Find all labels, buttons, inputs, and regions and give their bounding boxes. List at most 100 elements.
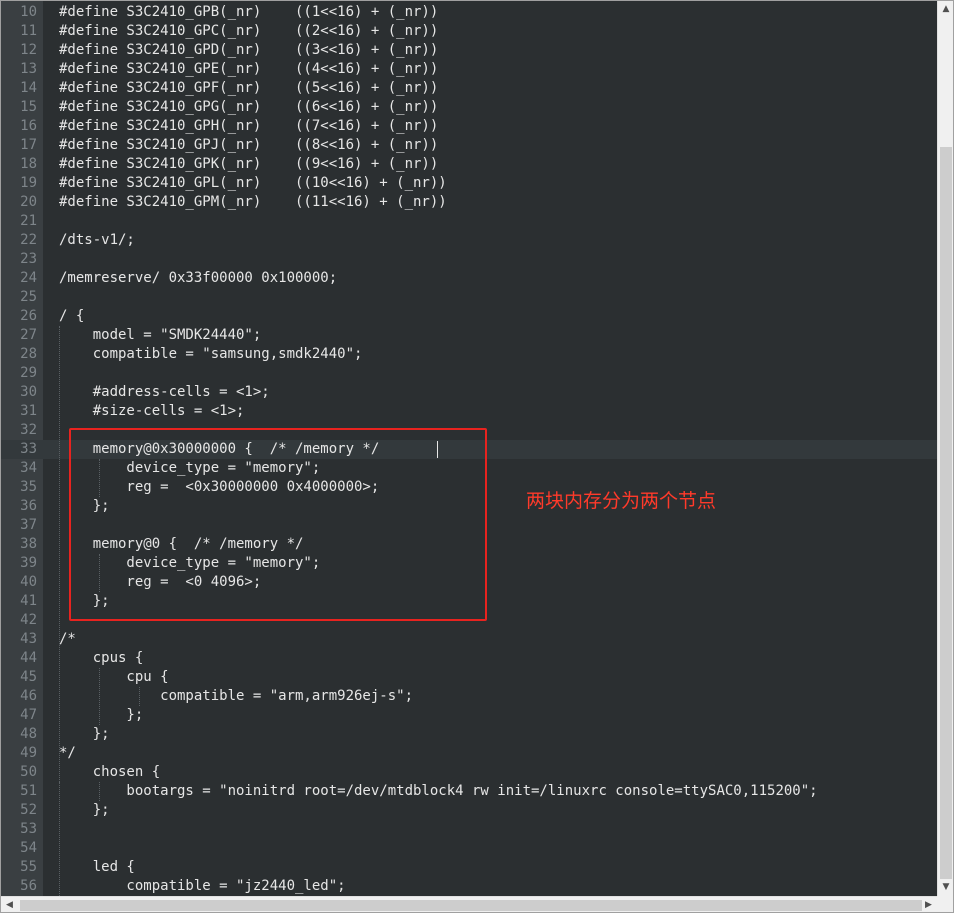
line-number: 43 <box>20 631 37 647</box>
code-line[interactable]: 29 <box>1 364 937 383</box>
code-line[interactable]: 18 #define S3C2410_GPK(_nr) ((9<<16) + (_… <box>1 155 937 174</box>
code-line[interactable]: 52 }; <box>1 801 937 820</box>
code-text: }; <box>59 726 110 742</box>
code-line[interactable]: 11 #define S3C2410_GPC(_nr) ((2<<16) + (_… <box>1 22 937 41</box>
line-number: 18 <box>20 156 37 172</box>
code-text: #define S3C2410_GPD(_nr) ((3<<16) + (_nr… <box>59 42 439 58</box>
code-line[interactable]: 50 chosen { <box>1 763 937 782</box>
indent-guide <box>139 687 140 706</box>
code-line[interactable]: 51 bootargs = "noinitrd root=/dev/mtdblo… <box>1 782 937 801</box>
line-number: 35 <box>20 479 37 495</box>
line-number: 41 <box>20 593 37 609</box>
code-line[interactable]: 17 #define S3C2410_GPJ(_nr) ((8<<16) + (_… <box>1 136 937 155</box>
indent-guide <box>59 326 60 782</box>
code-line[interactable]: 16 #define S3C2410_GPH(_nr) ((7<<16) + (_… <box>1 117 937 136</box>
code-line[interactable]: 14 #define S3C2410_GPF(_nr) ((5<<16) + (_… <box>1 79 937 98</box>
vertical-scrollbar[interactable]: ▲ ▼ <box>937 1 953 896</box>
code-line[interactable]: 12 #define S3C2410_GPD(_nr) ((3<<16) + (_… <box>1 41 937 60</box>
line-number: 15 <box>20 99 37 115</box>
code-text: cpus { <box>59 650 144 666</box>
code-line[interactable]: 23 <box>1 250 937 269</box>
code-line[interactable]: 46 compatible = "arm,arm926ej-s"; <box>1 687 937 706</box>
code-line[interactable]: 20 #define S3C2410_GPM(_nr) ((11<<16) + (… <box>1 193 937 212</box>
code-line[interactable]: 53 <box>1 820 937 839</box>
code-line[interactable]: 13 #define S3C2410_GPE(_nr) ((4<<16) + (_… <box>1 60 937 79</box>
line-number: 50 <box>20 764 37 780</box>
line-number: 39 <box>20 555 37 571</box>
code-text: #define S3C2410_GPE(_nr) ((4<<16) + (_nr… <box>59 61 439 77</box>
scroll-down-arrow-icon[interactable]: ▼ <box>938 879 953 896</box>
line-number: 26 <box>20 308 37 324</box>
line-number: 54 <box>20 840 37 856</box>
code-line[interactable]: 31 #size-cells = <1>; <box>1 402 937 421</box>
code-text: compatible = "samsung,smdk2440"; <box>59 346 363 362</box>
code-line[interactable]: 19 #define S3C2410_GPL(_nr) ((10<<16) + (… <box>1 174 937 193</box>
code-text: #define S3C2410_GPF(_nr) ((5<<16) + (_nr… <box>59 80 439 96</box>
code-text: #define S3C2410_GPL(_nr) ((10<<16) + (_n… <box>59 175 447 191</box>
code-line[interactable]: 24/memreserve/ 0x33f00000 0x100000; <box>1 269 937 288</box>
code-line[interactable]: 55 led { <box>1 858 937 877</box>
line-number: 48 <box>20 726 37 742</box>
code-text: /memreserve/ 0x33f00000 0x100000; <box>59 270 338 286</box>
line-number: 36 <box>20 498 37 514</box>
line-number: 25 <box>20 289 37 305</box>
line-number: 29 <box>20 365 37 381</box>
code-line[interactable]: 44 cpus { <box>1 649 937 668</box>
code-text: #define S3C2410_GPM(_nr) ((11<<16) + (_n… <box>59 194 447 210</box>
line-number: 44 <box>20 650 37 666</box>
line-number: 31 <box>20 403 37 419</box>
line-number: 40 <box>20 574 37 590</box>
horizontal-scroll-thumb[interactable] <box>20 900 922 911</box>
code-text: */ <box>59 745 76 761</box>
code-line[interactable]: 56 compatible = "jz2440_led"; <box>1 877 937 896</box>
vertical-scroll-thumb[interactable] <box>940 147 952 879</box>
code-line[interactable]: 43 /* <box>1 630 937 649</box>
code-line[interactable]: 28 compatible = "samsung,smdk2440"; <box>1 345 937 364</box>
line-number: 33 <box>20 441 37 457</box>
code-line[interactable]: 10 #define S3C2410_GPB(_nr) ((1<<16) + (_… <box>1 3 937 22</box>
line-number: 38 <box>20 536 37 552</box>
code-text: /dts-v1/; <box>59 232 135 248</box>
line-number: 42 <box>20 612 37 628</box>
indent-guide <box>99 782 100 801</box>
code-text: chosen { <box>59 764 161 780</box>
code-text: #size-cells = <1>; <box>59 403 245 419</box>
line-number: 27 <box>20 327 37 343</box>
code-text: /* <box>59 631 76 647</box>
code-text: }; <box>59 707 144 723</box>
code-line[interactable]: 30 #address-cells = <1>; <box>1 383 937 402</box>
horizontal-scrollbar[interactable]: ◀ ▶ <box>1 896 937 912</box>
editor-window: 10 #define S3C2410_GPB(_nr) ((1<<16) + (_… <box>0 0 954 913</box>
code-line[interactable]: 15 #define S3C2410_GPG(_nr) ((6<<16) + (_… <box>1 98 937 117</box>
line-number: 51 <box>20 783 37 799</box>
code-text: #define S3C2410_GPB(_nr) ((1<<16) + (_nr… <box>59 4 439 20</box>
indent-guide <box>99 668 100 725</box>
code-line[interactable]: 26 / { <box>1 307 937 326</box>
code-text: }; <box>59 802 110 818</box>
line-number: 10 <box>20 4 37 20</box>
line-number: 14 <box>20 80 37 96</box>
scrollbar-corner <box>937 896 953 912</box>
line-number: 16 <box>20 118 37 134</box>
code-line[interactable]: 21 <box>1 212 937 231</box>
scroll-up-arrow-icon[interactable]: ▲ <box>938 1 953 18</box>
code-text: compatible = "jz2440_led"; <box>59 878 346 894</box>
line-number: 12 <box>20 42 37 58</box>
line-number: 53 <box>20 821 37 837</box>
code-text: led { <box>59 859 135 875</box>
code-line[interactable]: 22/dts-v1/; <box>1 231 937 250</box>
line-number: 23 <box>20 251 37 267</box>
code-line[interactable]: 25 <box>1 288 937 307</box>
code-line[interactable]: 54 <box>1 839 937 858</box>
indent-guide <box>59 782 60 896</box>
code-line[interactable]: 49 */ <box>1 744 937 763</box>
code-line[interactable]: 27 model = "SMDK24440"; <box>1 326 937 345</box>
code-text: compatible = "arm,arm926ej-s"; <box>59 688 414 704</box>
code-line[interactable]: 48 }; <box>1 725 937 744</box>
code-line[interactable]: 47 }; <box>1 706 937 725</box>
scroll-right-arrow-icon[interactable]: ▶ <box>920 897 937 912</box>
code-text: #define S3C2410_GPH(_nr) ((7<<16) + (_nr… <box>59 118 439 134</box>
code-line[interactable]: 45 cpu { <box>1 668 937 687</box>
line-number: 45 <box>20 669 37 685</box>
scroll-left-arrow-icon[interactable]: ◀ <box>1 897 18 912</box>
